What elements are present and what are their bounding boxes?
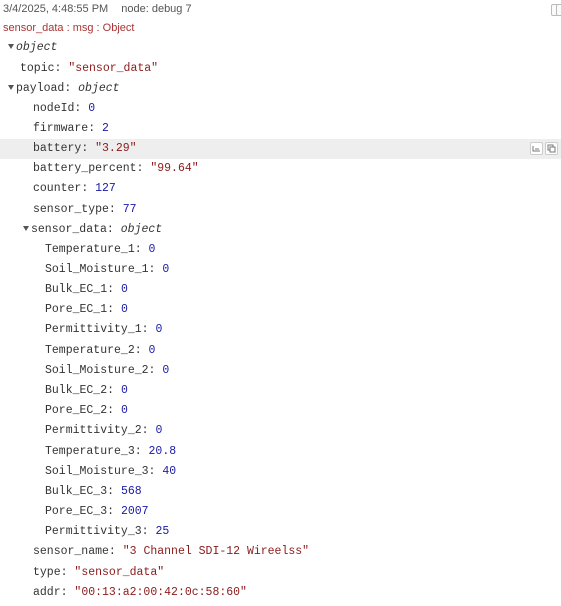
property-value: "99.64" <box>150 162 199 175</box>
row-action-buttons <box>530 142 560 156</box>
property-key: Pore_EC_1 <box>45 303 108 316</box>
property-value: 0 <box>88 102 96 115</box>
property-value: 25 <box>155 525 170 538</box>
property-value: "3.29" <box>95 142 137 155</box>
property-key: Pore_EC_3 <box>45 505 108 518</box>
property-key: Permittivity_2 <box>45 424 142 437</box>
property-value: 0 <box>148 243 156 256</box>
property-value: 77 <box>122 203 137 216</box>
property-value: 0 <box>120 384 128 397</box>
property-value: 2007 <box>120 505 149 518</box>
property-key: Bulk_EC_2 <box>45 384 108 397</box>
property-key: topic <box>20 62 55 75</box>
property-value: "3 Channel SDI-12 Wireelss" <box>122 545 310 558</box>
property-value: 0 <box>162 364 170 377</box>
root-type: object <box>16 41 58 54</box>
source-node-link[interactable]: node: debug 7 <box>121 3 191 15</box>
property-value: 127 <box>95 182 116 195</box>
tree-row-sensor-name[interactable]: sensor_name: "3 Channel SDI-12 Wireelss" <box>0 542 561 562</box>
tree-row-permittivity-3[interactable]: Permittivity_3: 25 <box>0 522 561 542</box>
tree-row-temperature-2[interactable]: Temperature_2: 0 <box>0 341 561 361</box>
property-key: Bulk_EC_1 <box>45 283 108 296</box>
property-value: "sensor_data" <box>74 566 165 579</box>
message-header: 3/4/2025, 4:48:55 PM node: debug 7 <box>3 3 192 15</box>
property-key: counter <box>33 182 82 195</box>
property-value: 0 <box>120 303 128 316</box>
tree-row-pore-ec-3[interactable]: Pore_EC_3: 2007 <box>0 502 561 522</box>
debug-message-panel: 3/4/2025, 4:48:55 PM node: debug 7 senso… <box>0 0 561 606</box>
property-key: firmware <box>33 122 89 135</box>
expand-chevron-icon[interactable] <box>23 226 29 231</box>
tree-row-soil-moisture-3[interactable]: Soil_Moisture_3: 40 <box>0 462 561 482</box>
property-key: Temperature_3 <box>45 445 135 458</box>
property-value: 0 <box>120 404 128 417</box>
property-value: 2 <box>102 122 109 135</box>
property-value: 20.8 <box>148 445 177 458</box>
property-value: 0 <box>120 283 128 296</box>
tree-root-row[interactable]: object <box>0 38 561 58</box>
tree-row-permittivity-1[interactable]: Permittivity_1: 0 <box>0 320 561 340</box>
tree-row-nodeId[interactable]: nodeId: 0 <box>0 99 561 119</box>
property-key: Permittivity_3 <box>45 525 142 538</box>
tree-row-soil-moisture-1[interactable]: Soil_Moisture_1: 0 <box>0 260 561 280</box>
property-key: battery <box>33 142 82 155</box>
tree-row-firmware[interactable]: firmware: 2 <box>0 119 561 139</box>
expand-chevron-icon[interactable] <box>8 85 14 90</box>
property-key: sensor_type <box>33 203 109 216</box>
property-value: "00:13:a2:00:42:0c:58:60" <box>74 586 247 599</box>
tree-row-payload[interactable]: payload: object <box>0 79 561 99</box>
property-key: sensor_data <box>31 223 107 236</box>
copy-path-icon[interactable] <box>530 142 543 155</box>
tree-row-permittivity-2[interactable]: Permittivity_2: 0 <box>0 421 561 441</box>
tree-row-sensor-type[interactable]: sensor_type: 77 <box>0 200 561 220</box>
tree-row-temperature-3[interactable]: Temperature_3: 20.8 <box>0 442 561 462</box>
property-value: 0 <box>155 323 163 336</box>
property-key: addr <box>33 586 61 599</box>
tree-row-bulk-ec-1[interactable]: Bulk_EC_1: 0 <box>0 280 561 300</box>
expand-chevron-icon[interactable] <box>8 44 14 49</box>
tree-row-bulk-ec-2[interactable]: Bulk_EC_2: 0 <box>0 381 561 401</box>
tree-row-bulk-ec-3[interactable]: Bulk_EC_3: 568 <box>0 482 561 502</box>
tree-row-temperature-1[interactable]: Temperature_1: 0 <box>0 240 561 260</box>
property-value: "sensor_data" <box>68 62 159 75</box>
property-key: payload <box>16 82 65 95</box>
property-key: Soil_Moisture_2 <box>45 364 149 377</box>
property-key: Temperature_2 <box>45 344 135 357</box>
copy-value-icon[interactable] <box>545 142 558 155</box>
tree-row-pore-ec-1[interactable]: Pore_EC_1: 0 <box>0 300 561 320</box>
message-timestamp: 3/4/2025, 4:48:55 PM <box>3 3 109 15</box>
tree-row-counter[interactable]: counter: 127 <box>0 179 561 199</box>
tree-row-pore-ec-2[interactable]: Pore_EC_2: 0 <box>0 401 561 421</box>
property-value: 568 <box>120 485 142 498</box>
property-value: 0 <box>148 344 156 357</box>
property-key: Permittivity_1 <box>45 323 142 336</box>
property-key: nodeId <box>33 102 75 115</box>
property-key: Bulk_EC_3 <box>45 485 108 498</box>
property-key: Soil_Moisture_1 <box>45 263 149 276</box>
tree-row-battery[interactable]: battery: "3.29" <box>0 139 561 159</box>
copy-icon[interactable] <box>556 4 561 16</box>
tree-row-battery-percent[interactable]: battery_percent: "99.64" <box>0 159 561 179</box>
property-key: Temperature_1 <box>45 243 135 256</box>
property-key: Soil_Moisture_3 <box>45 465 149 478</box>
property-value: 0 <box>155 424 163 437</box>
tree-row-soil-moisture-2[interactable]: Soil_Moisture_2: 0 <box>0 361 561 381</box>
tree-row-topic[interactable]: topic: "sensor_data" <box>0 59 561 79</box>
property-value: 40 <box>162 465 177 478</box>
message-info: sensor_data : msg : Object <box>3 22 135 34</box>
tree-row-addr[interactable]: addr: "00:13:a2:00:42:0c:58:60" <box>0 583 561 603</box>
property-type: object <box>78 82 120 95</box>
property-type: object <box>120 223 163 236</box>
property-key: Pore_EC_2 <box>45 404 108 417</box>
tree-row-sensor-data[interactable]: sensor_data: object <box>0 220 561 240</box>
property-value: 0 <box>162 263 170 276</box>
property-key: sensor_name <box>33 545 109 558</box>
property-key: type <box>33 566 61 579</box>
tree-row-type[interactable]: type: "sensor_data" <box>0 563 561 583</box>
property-key: battery_percent <box>33 162 137 175</box>
